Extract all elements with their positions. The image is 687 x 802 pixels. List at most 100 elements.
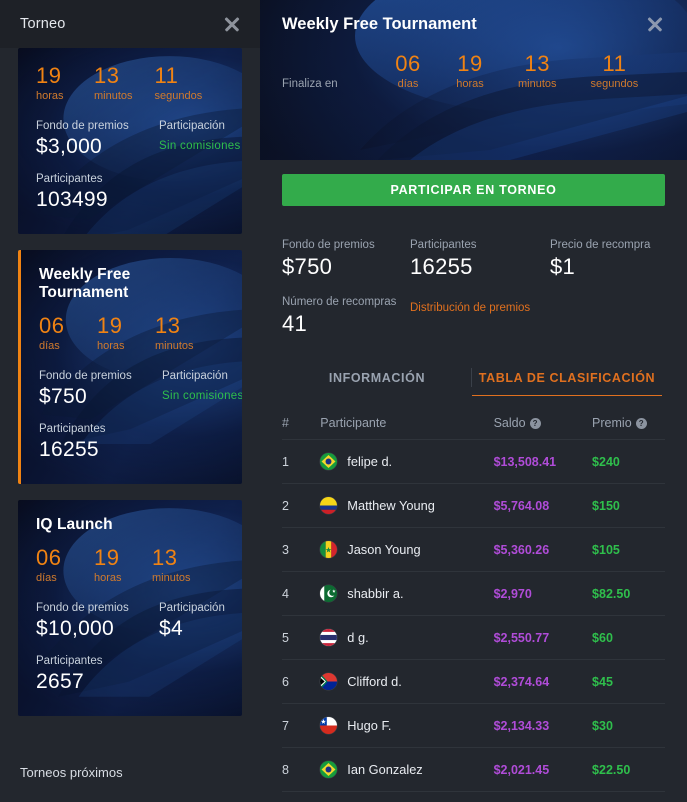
cell-balance: $2,970 (493, 586, 532, 601)
info-icon[interactable]: ? (529, 417, 541, 429)
close-icon[interactable] (645, 14, 665, 34)
table-row[interactable]: 5 d g. $2,550.77 $60 (282, 616, 665, 660)
table-row[interactable]: 1 felipe d. $13,508.41 $240 (282, 440, 665, 484)
cell-prize: $45 (592, 674, 613, 689)
tournament-card[interactable]: IQ Launch 06 días 19 horas 13 minutos Fondo de … (18, 500, 242, 717)
tab-informacion[interactable]: INFORMACIÓN (282, 361, 472, 394)
countdown-value: 06 (39, 313, 65, 339)
hero-countdown: Finaliza en 06 días 19 horas 13 minutos 11 segu… (260, 34, 687, 90)
countdown-unit: 19 horas (456, 52, 484, 90)
countdown-unit: 19 horas (97, 314, 133, 352)
countdown-unit: 06 días (36, 546, 72, 584)
stats-row-secondary: Número de recompras 41 Distribución de p… (282, 296, 665, 337)
cell-rank: 1 (282, 454, 289, 469)
page-title: Weekly Free Tournament (282, 14, 477, 33)
stat-label: Fondo de premios (36, 602, 129, 615)
south-africa-flag-icon (320, 673, 338, 690)
countdown-label: segundos (590, 78, 639, 91)
countdown-value: 06 (395, 51, 421, 76)
join-tournament-button[interactable]: PARTICIPAR EN TORNEO (282, 174, 665, 206)
table-row[interactable]: 6 Clifford d. $2,374.64 $45 (282, 660, 665, 704)
cell-prize: $22.50 (592, 762, 631, 777)
countdown-label: horas (94, 572, 122, 585)
close-icon[interactable] (222, 14, 242, 34)
tournament-card-body: Weekly Free Tournament 06 días 19 horas 13 min… (21, 250, 242, 484)
column-header-prize: Premio? (592, 416, 665, 430)
tab-tabla-de-clasificacion[interactable]: TABLA DE CLASIFICACIÓN (472, 361, 662, 396)
table-row[interactable]: 3 Jason Young $5,360.26 $105 (282, 528, 665, 572)
countdown-value: 13 (524, 51, 550, 76)
tournament-card-stats: Fondo de premios $10,000 Participación $4 (36, 602, 225, 641)
stat-value: 2657 (36, 670, 84, 694)
cell-participant: Ian Gonzalez (320, 761, 493, 778)
stat-rebuy-count: Número de recompras 41 (282, 296, 410, 337)
tournament-card-stats: Fondo de premios $3,000 Participación Sin c… (36, 120, 240, 159)
tournament-card-countdown: 06 días 19 horas 13 minutos (36, 546, 224, 584)
countdown-label: días (39, 340, 60, 353)
upcoming-tournaments-label: Torneos próximos (20, 765, 123, 780)
tournament-card-stats: Fondo de premios $750 Participación Sin com… (39, 370, 242, 409)
cell-rank: 7 (282, 718, 289, 733)
countdown-label: minutos (152, 572, 191, 585)
countdown-value: 11 (154, 63, 179, 88)
stat-value: 41 (282, 311, 308, 336)
cell-participant: shabbir a. (320, 585, 493, 602)
upcoming-tournaments-section[interactable]: Torneos próximos (0, 751, 260, 802)
countdown-label: minutos (518, 78, 557, 91)
tournament-card[interactable]: 19 horas 13 minutos 11 segundos Fondo de premi… (18, 48, 242, 235)
countdown-prefix-label: Finaliza en (282, 78, 338, 90)
colombia-flag-icon (320, 497, 338, 514)
stat-value: $750 (39, 385, 87, 409)
column-header-participant: Participante (320, 415, 387, 430)
stat-participants: Participantes 16255 (39, 423, 224, 462)
tournament-card[interactable]: Weekly Free Tournament 06 días 19 horas 13 min… (18, 250, 242, 485)
tab-active-indicator (472, 394, 662, 396)
table-row[interactable]: 4 shabbir a. $2,970 $82.50 (282, 572, 665, 616)
countdown-unit: 19 horas (36, 64, 72, 102)
cell-prize: $150 (592, 498, 620, 513)
cell-rank: 4 (282, 586, 289, 601)
table-row[interactable]: 7 Hugo F. $2,134.33 $30 (282, 704, 665, 748)
stat-label: Fondo de premios (39, 370, 132, 383)
countdown-value: 11 (602, 51, 627, 76)
table-row[interactable]: 9Cartegeane D.$1,757.16$15 (282, 792, 665, 802)
countdown-label: minutos (155, 340, 194, 353)
tournament-card-body: IQ Launch 06 días 19 horas 13 minutos Fondo de … (18, 500, 242, 716)
stat-label: Participación (159, 120, 225, 133)
countdown-value: 19 (36, 63, 62, 88)
stat-label: Participantes (36, 173, 103, 186)
prize-distribution-link[interactable]: Distribución de premios (410, 296, 530, 314)
countdown-label: días (397, 78, 419, 91)
table-row[interactable]: 8 Ian Gonzalez $2,021.45 $22.50 (282, 748, 665, 792)
stat-value: 103499 (36, 188, 108, 212)
info-icon[interactable]: ? (635, 417, 647, 429)
stat-participants: Participantes 2657 (36, 655, 224, 694)
stat-label: Participación (162, 370, 228, 383)
stat-entry-fee: Participación $4 (159, 602, 225, 641)
tournament-hero: Weekly Free Tournament Finaliza en 06 día… (260, 0, 687, 160)
countdown-label: días (36, 572, 57, 585)
cell-balance: $5,764.08 (493, 498, 550, 513)
countdown-label: horas (456, 78, 484, 91)
stat-value: $750 (282, 254, 333, 279)
cell-rank: 5 (282, 630, 289, 645)
stat-label: Fondo de premios (36, 120, 129, 133)
countdown-unit: 06 días (394, 52, 422, 90)
stat-entry-fee: Participación Sin comisiones (162, 370, 242, 409)
column-header-prize-label: Premio (592, 415, 632, 430)
sidebar-header: Torneo (0, 0, 260, 48)
countdown-label: horas (36, 90, 64, 103)
cell-prize: $30 (592, 718, 613, 733)
brazil-flag-icon (320, 453, 338, 470)
table-row[interactable]: 2 Matthew Young $5,764.08 $150 (282, 484, 665, 528)
countdown-value: 19 (457, 51, 483, 76)
countdown-label: horas (97, 340, 125, 353)
participant-name: Ian Gonzalez (347, 762, 423, 777)
cell-participant: Jason Young (320, 541, 493, 558)
stat-label: Participantes (36, 655, 103, 668)
pakistan-flag-icon (320, 585, 338, 602)
cell-participant: d g. (320, 629, 493, 646)
tournament-modal: Torneo 19 horas 13 minutos 11 segundos Fondo d… (0, 0, 687, 802)
countdown-value: 13 (155, 313, 181, 339)
participant-name: shabbir a. (347, 586, 404, 601)
